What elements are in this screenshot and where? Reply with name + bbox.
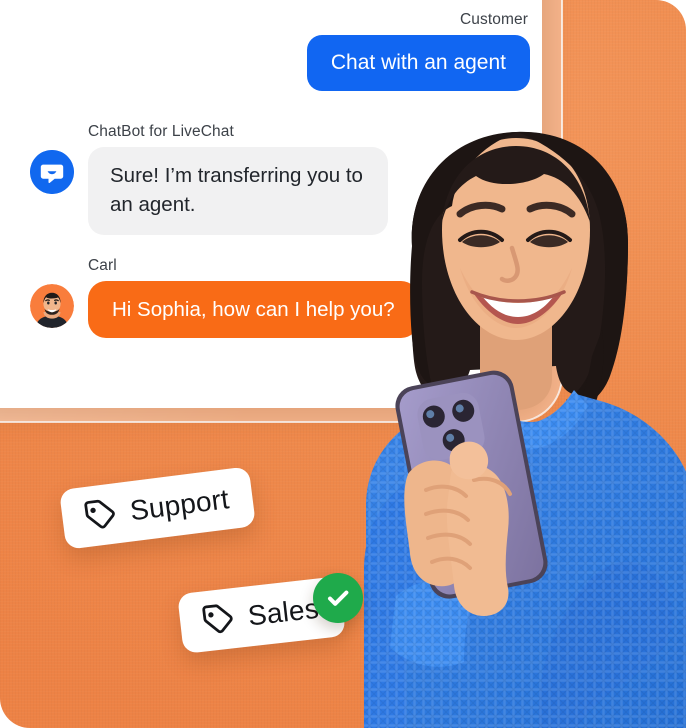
message-bubble[interactable]: Chat with an agent [306,34,530,91]
person-illustration [356,118,686,728]
chat-message-customer: Customer Chat with an agent [58,12,530,91]
tag-icon [198,601,236,639]
agent-photo-avatar [30,283,74,328]
tag-label: Support [128,483,231,527]
tag-icon [80,496,118,534]
message-bubble[interactable]: Sure! I’m transferring you to an agent. [88,146,388,235]
check-icon [313,573,363,623]
chatbot-logo-icon [30,149,74,194]
tag-label: Sales [246,592,321,632]
message-author-name: Customer [460,11,528,28]
promo-illustration: Customer Chat with an agent ChatBot for … [0,0,686,728]
